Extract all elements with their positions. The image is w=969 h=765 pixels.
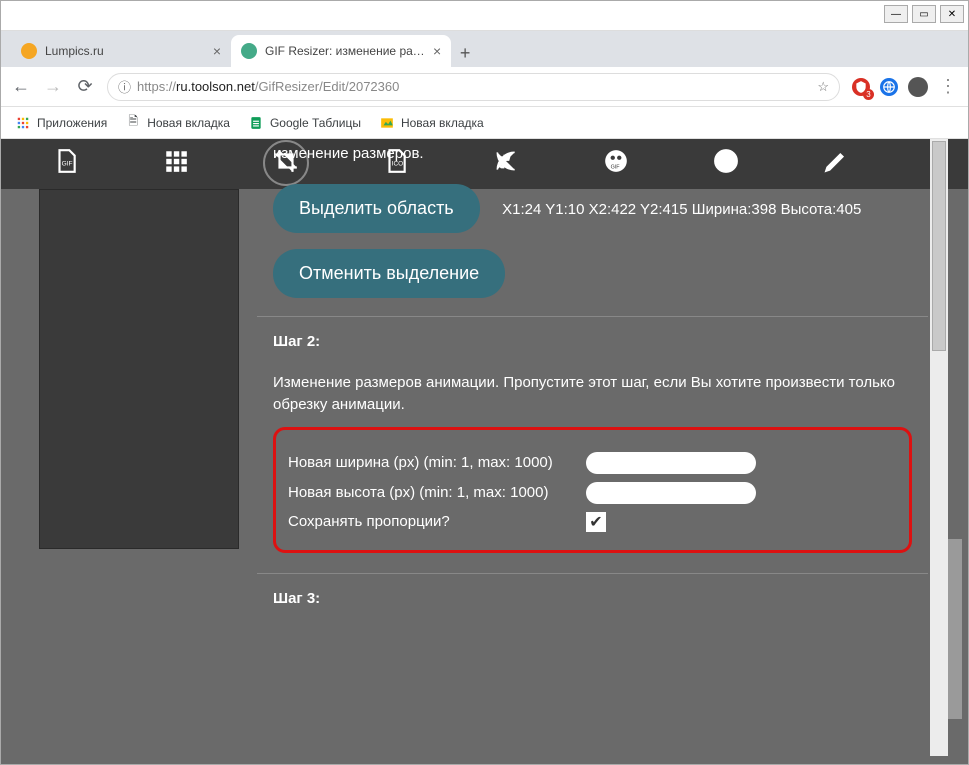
bookmark-newtab-2[interactable]: Новая вкладка xyxy=(379,115,484,131)
bookmark-sheets[interactable]: Google Таблицы xyxy=(248,115,361,131)
tab-lumpics[interactable]: Lumpics.ru × xyxy=(11,35,231,67)
tab-title: Lumpics.ru xyxy=(45,44,104,58)
grid-icon[interactable] xyxy=(161,148,191,180)
tab-title: GIF Resizer: изменение размера xyxy=(265,44,425,58)
step-2-block: Шаг 2: Изменение размеров анимации. Проп… xyxy=(257,316,928,573)
page-scrollbar[interactable] xyxy=(946,199,962,739)
window-titlebar: — ▭ ✕ xyxy=(1,1,968,31)
browser-address-bar: ← → ⟳ ⓘ https://ru.toolson.net/GifResize… xyxy=(1,67,968,107)
browser-scrollbar[interactable] xyxy=(930,139,948,756)
svg-text:GIF: GIF xyxy=(62,160,73,167)
truncated-paragraph: изменение размеров. xyxy=(257,139,928,166)
extension-badge[interactable]: 3 xyxy=(852,78,870,96)
gif-icon[interactable]: GIF xyxy=(51,148,81,180)
width-label: Новая ширина (px) (min: 1, max: 1000) xyxy=(288,454,586,471)
info-icon[interactable]: ⓘ xyxy=(118,77,131,96)
selection-coordinates: X1:24 Y1:10 X2:422 Y2:415 Ширина:398 Выс… xyxy=(502,201,861,218)
extension-globe-icon[interactable] xyxy=(880,78,898,96)
close-tab-icon[interactable]: × xyxy=(213,43,221,59)
maximize-button[interactable]: ▭ xyxy=(912,5,936,23)
bookmark-apps[interactable]: Приложения xyxy=(15,115,107,131)
page-content: GIF ICO RAWJPG GIF изменение размеров. В… xyxy=(1,139,968,764)
step-2-title: Шаг 2: xyxy=(273,331,912,354)
bookmark-label: Новая вкладка xyxy=(147,116,230,130)
step-2-description: Изменение размеров анимации. Пропустите … xyxy=(273,372,912,417)
reload-button[interactable]: ⟳ xyxy=(75,76,95,97)
resize-form-highlight: Новая ширина (px) (min: 1, max: 1000) Но… xyxy=(273,427,912,553)
keep-ratio-label: Сохранять пропорции? xyxy=(288,513,586,530)
new-tab-button[interactable]: + xyxy=(451,39,479,67)
step-3-block: Шаг 3: xyxy=(257,573,928,625)
sheets-icon xyxy=(248,115,264,131)
browser-scrollbar-thumb[interactable] xyxy=(932,141,946,351)
menu-dots-icon[interactable]: ⋮ xyxy=(938,76,958,97)
clear-selection-button[interactable]: Отменить выделение xyxy=(273,249,505,298)
select-area-button[interactable]: Выделить область xyxy=(273,184,480,233)
keep-ratio-checkbox[interactable]: ✔ xyxy=(586,512,606,532)
profile-avatar[interactable] xyxy=(908,77,928,97)
url-field[interactable]: ⓘ https://ru.toolson.net/GifResizer/Edit… xyxy=(107,73,840,101)
bookmarks-bar: Приложения 🗎 Новая вкладка Google Таблиц… xyxy=(1,107,968,139)
apps-icon xyxy=(15,115,31,131)
close-window-button[interactable]: ✕ xyxy=(940,5,964,23)
bookmark-star-icon[interactable]: ☆ xyxy=(817,79,829,95)
bookmark-label: Google Таблицы xyxy=(270,116,361,130)
image-icon xyxy=(379,115,395,131)
width-input[interactable] xyxy=(586,452,756,474)
left-sidebar xyxy=(39,189,239,549)
bookmark-newtab-1[interactable]: 🗎 Новая вкладка xyxy=(125,115,230,131)
badge-count: 3 xyxy=(863,89,874,100)
bookmark-label: Приложения xyxy=(37,116,107,130)
favicon-icon xyxy=(21,43,37,59)
height-input[interactable] xyxy=(586,482,756,504)
height-label: Новая высота (px) (min: 1, max: 1000) xyxy=(288,484,586,501)
browser-tabstrip: Lumpics.ru × GIF Resizer: изменение разм… xyxy=(1,31,968,67)
page-icon: 🗎 xyxy=(125,115,141,131)
tab-gif-resizer[interactable]: GIF Resizer: изменение размера × xyxy=(231,35,451,67)
main-panel: изменение размеров. Выделить область X1:… xyxy=(257,139,928,764)
close-tab-icon[interactable]: × xyxy=(433,43,441,59)
favicon-icon xyxy=(241,43,257,59)
bookmark-label: Новая вкладка xyxy=(401,116,484,130)
scrollbar-thumb[interactable] xyxy=(946,539,962,719)
step-3-title: Шаг 3: xyxy=(273,588,912,611)
url-text: https://ru.toolson.net/GifResizer/Edit/2… xyxy=(137,79,811,94)
minimize-button[interactable]: — xyxy=(884,5,908,23)
forward-button[interactable]: → xyxy=(43,76,63,97)
back-button[interactable]: ← xyxy=(11,76,31,97)
